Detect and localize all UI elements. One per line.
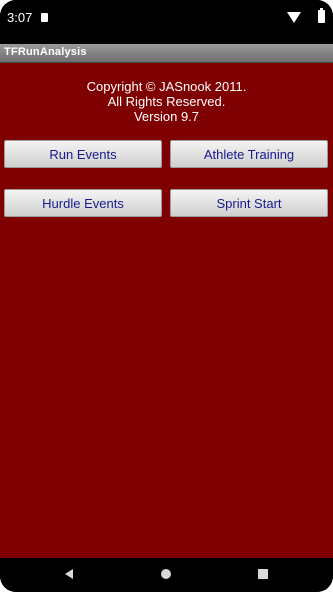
status-time: 3:07 [7, 10, 33, 25]
copyright-block: Copyright © JASnook 2011. All Rights Res… [0, 79, 333, 124]
home-icon[interactable] [161, 569, 171, 579]
app-title-bar: TFRunAnalysis [0, 44, 333, 63]
sprint-start-button[interactable]: Sprint Start [170, 189, 328, 217]
rights-line: All Rights Reserved. [107, 94, 226, 109]
recent-apps-icon[interactable] [258, 569, 268, 579]
status-bar: 3:07 [0, 0, 333, 40]
navigation-bar [0, 558, 333, 592]
notification-icon [41, 13, 48, 22]
version-line: Version 9.7 [133, 109, 200, 124]
app-title: TFRunAnalysis [4, 46, 87, 58]
wifi-icon [287, 12, 301, 23]
athlete-training-button[interactable]: Athlete Training [170, 140, 328, 168]
main-content: Copyright © JASnook 2011. All Rights Res… [0, 63, 333, 558]
copyright-line: Copyright © JASnook 2011. [86, 79, 247, 94]
device-frame: 3:07 TFRunAnalysis Copyright © JASnook 2… [0, 0, 333, 592]
run-events-button[interactable]: Run Events [4, 140, 162, 168]
hurdle-events-button[interactable]: Hurdle Events [4, 189, 162, 217]
phone-screen: 3:07 TFRunAnalysis Copyright © JASnook 2… [0, 0, 333, 592]
battery-icon [318, 8, 325, 23]
back-icon[interactable] [65, 569, 73, 579]
